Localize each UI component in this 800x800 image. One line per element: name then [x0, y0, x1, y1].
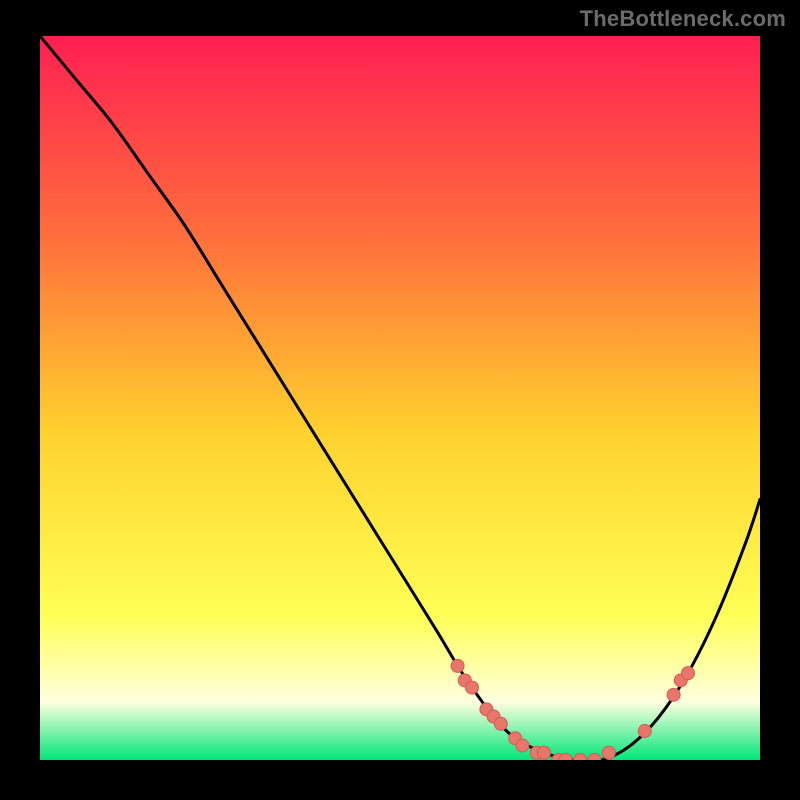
data-marker: [494, 717, 507, 730]
gradient-background: [40, 36, 760, 760]
chart-frame: TheBottleneck.com: [0, 0, 800, 800]
data-marker: [638, 725, 651, 738]
data-marker: [466, 681, 479, 694]
chart-svg: [40, 36, 760, 760]
data-marker: [682, 667, 695, 680]
watermark-text: TheBottleneck.com: [580, 6, 786, 32]
plot-area: [40, 36, 760, 760]
data-marker: [538, 746, 551, 759]
data-marker: [451, 659, 464, 672]
data-marker: [516, 739, 529, 752]
data-marker: [667, 688, 680, 701]
data-marker: [602, 746, 615, 759]
